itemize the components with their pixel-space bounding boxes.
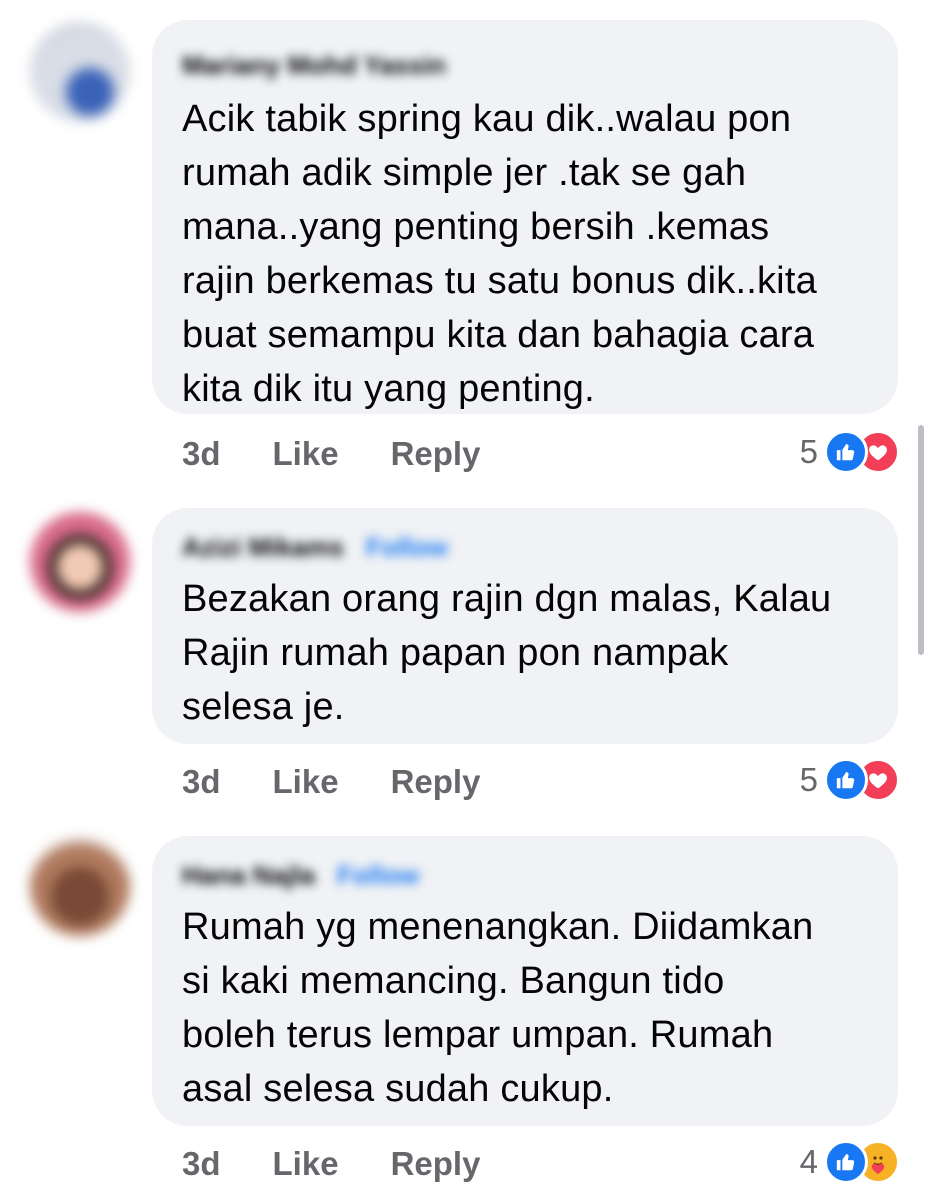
reaction-summary[interactable]: 5 bbox=[800, 758, 900, 802]
comment-actions: 3d Like Reply bbox=[182, 1144, 532, 1184]
reaction-count: 5 bbox=[799, 433, 818, 470]
like-button[interactable]: Like bbox=[273, 1145, 339, 1183]
avatar[interactable] bbox=[30, 836, 130, 936]
comment-text: Acik tabik spring kau dik..walau pon rum… bbox=[182, 98, 817, 410]
comment-time[interactable]: 3d bbox=[182, 763, 221, 801]
reaction-summary[interactable]: 4 bbox=[800, 1140, 900, 1184]
scrollbar[interactable] bbox=[918, 425, 924, 655]
comment-actions: 3d Like Reply bbox=[182, 434, 532, 474]
reaction-count: 5 bbox=[799, 761, 818, 798]
comment-text: Rumah yg menenangkan. Diidamkan si kaki … bbox=[182, 906, 814, 1110]
author-row: Azizi Mikams Follow bbox=[182, 530, 448, 564]
like-button[interactable]: Like bbox=[273, 763, 339, 801]
author-row: Hana Najla Follow bbox=[182, 858, 419, 892]
follow-button[interactable]: Follow bbox=[337, 860, 419, 891]
reply-button[interactable]: Reply bbox=[391, 763, 481, 801]
reaction-count: 4 bbox=[799, 1143, 818, 1180]
author-name[interactable]: Mariany Mohd Yassin bbox=[182, 50, 446, 81]
reaction-summary[interactable]: 5 bbox=[800, 430, 900, 474]
comment-time[interactable]: 3d bbox=[182, 435, 221, 473]
follow-button[interactable]: Follow bbox=[366, 532, 448, 563]
like-button[interactable]: Like bbox=[273, 435, 339, 473]
author-row: Mariany Mohd Yassin bbox=[182, 48, 446, 82]
comment-actions: 3d Like Reply bbox=[182, 762, 532, 802]
reply-button[interactable]: Reply bbox=[391, 1145, 481, 1183]
comment-bubble: Mariany Mohd Yassin Acik tabik spring ka… bbox=[152, 20, 898, 414]
comment-bubble: Azizi Mikams Follow Bezakan orang rajin … bbox=[152, 508, 898, 744]
comment-time[interactable]: 3d bbox=[182, 1145, 221, 1183]
like-icon bbox=[824, 1140, 868, 1184]
like-icon bbox=[824, 758, 868, 802]
comment-text: Bezakan orang rajin dgn malas, Kalau Raj… bbox=[182, 578, 832, 728]
avatar[interactable] bbox=[30, 22, 130, 122]
author-name[interactable]: Hana Najla bbox=[182, 860, 315, 891]
like-icon bbox=[824, 430, 868, 474]
comment-bubble: Hana Najla Follow Rumah yg menenangkan. … bbox=[152, 836, 898, 1126]
avatar[interactable] bbox=[30, 512, 130, 612]
reply-button[interactable]: Reply bbox=[391, 435, 481, 473]
author-name[interactable]: Azizi Mikams bbox=[182, 532, 344, 563]
